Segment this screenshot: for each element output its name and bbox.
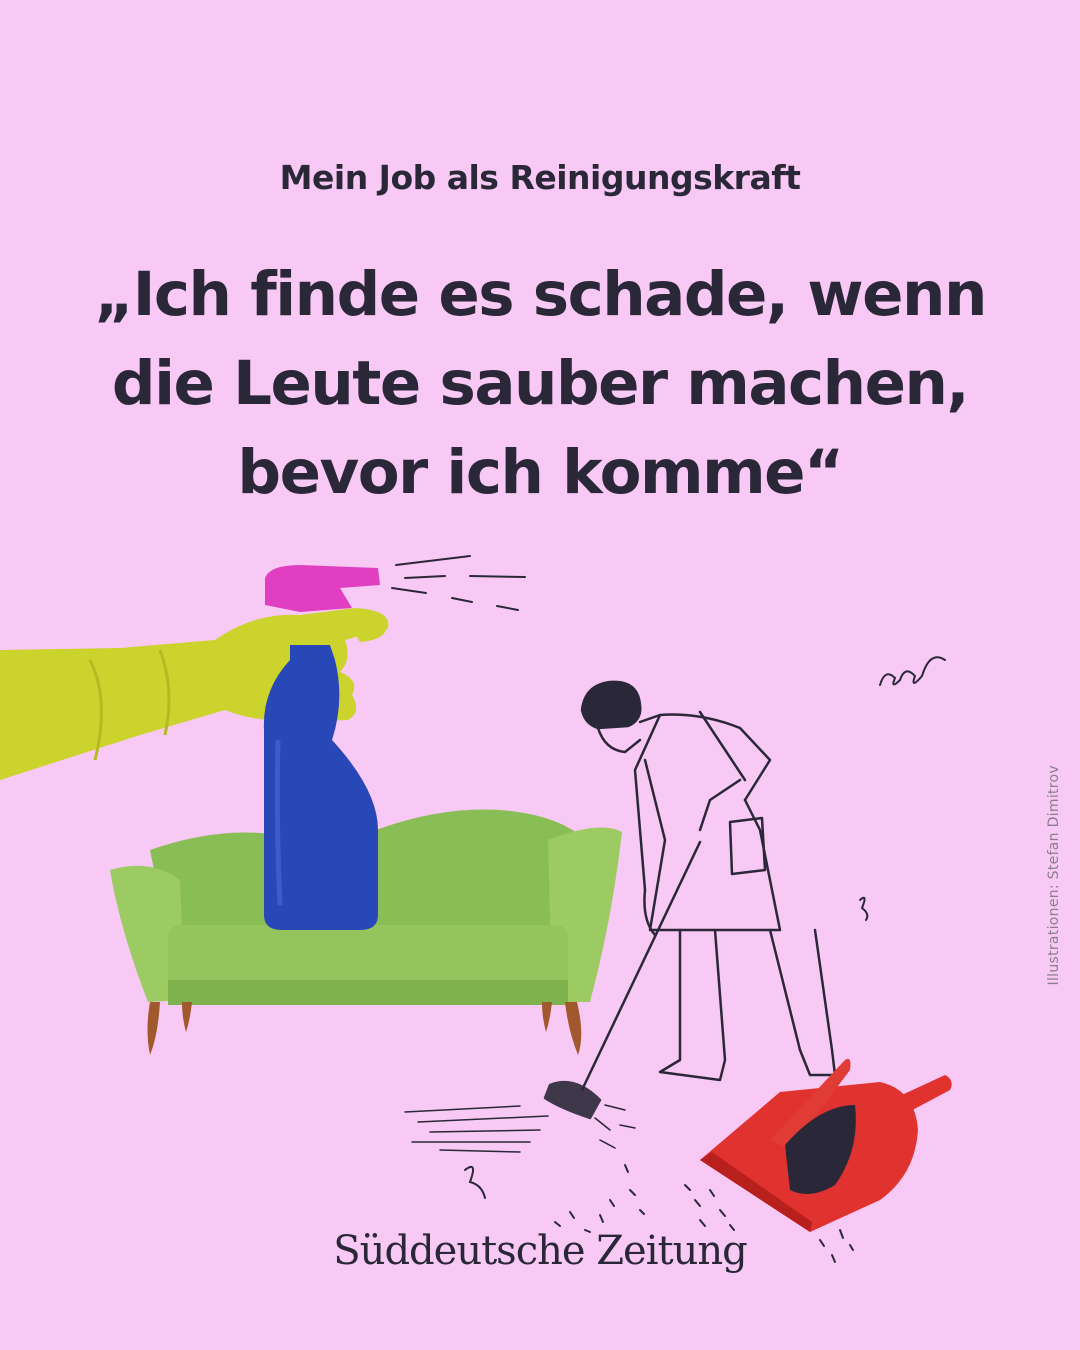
photo-credit: Illustrationen: Stefan Dimitrov bbox=[1046, 765, 1070, 1015]
photo-credit-text: Illustrationen: Stefan Dimitrov bbox=[1046, 765, 1062, 986]
brand-logo: Süddeutsche Zeitung bbox=[333, 1228, 747, 1274]
illustration bbox=[0, 555, 952, 1263]
dustpan-brush-icon bbox=[700, 1058, 952, 1232]
spray-lines-icon bbox=[391, 555, 526, 611]
